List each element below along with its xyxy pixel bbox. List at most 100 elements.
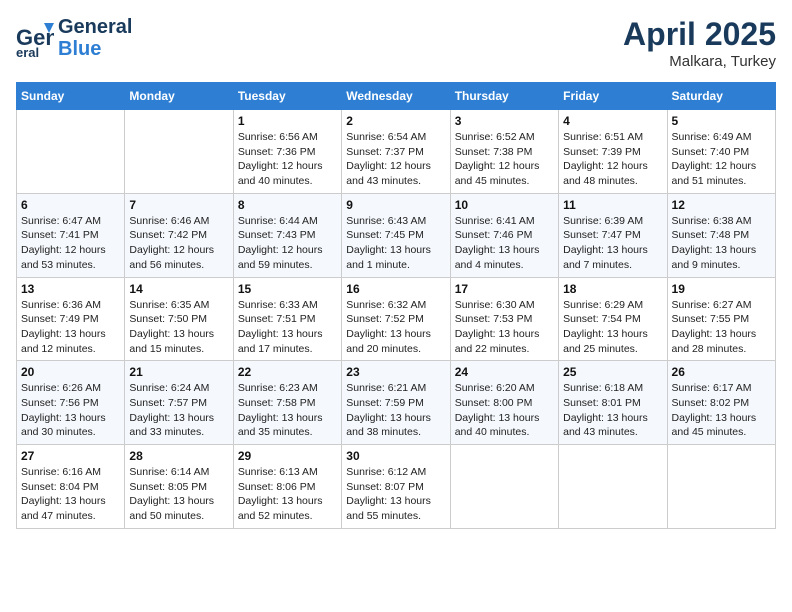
calendar-week-row: 20Sunrise: 6:26 AMSunset: 7:56 PMDayligh… — [17, 361, 776, 445]
day-info: Sunrise: 6:13 AMSunset: 8:06 PMDaylight:… — [238, 465, 337, 524]
day-info: Sunrise: 6:20 AMSunset: 8:00 PMDaylight:… — [455, 381, 554, 440]
calendar-cell: 5 Sunrise: 6:49 AMSunset: 7:40 PMDaylight… — [667, 110, 775, 194]
calendar-cell: 12 Sunrise: 6:38 AMSunset: 7:48 PMDayligh… — [667, 193, 775, 277]
day-info: Sunrise: 6:32 AMSunset: 7:52 PMDaylight:… — [346, 298, 445, 357]
weekday-header: Sunday — [17, 83, 125, 110]
day-number: 2 — [346, 114, 445, 128]
day-info: Sunrise: 6:51 AMSunset: 7:39 PMDaylight:… — [563, 130, 662, 189]
day-info: Sunrise: 6:36 AMSunset: 7:49 PMDaylight:… — [21, 298, 120, 357]
calendar-cell: 1 Sunrise: 6:56 AMSunset: 7:36 PMDaylight… — [233, 110, 341, 194]
day-number: 14 — [129, 282, 228, 296]
day-info: Sunrise: 6:54 AMSunset: 7:37 PMDaylight:… — [346, 130, 445, 189]
calendar-cell: 28 Sunrise: 6:14 AMSunset: 8:05 PMDayligh… — [125, 445, 233, 529]
logo-line2: Blue — [58, 38, 132, 60]
day-info: Sunrise: 6:46 AMSunset: 7:42 PMDaylight:… — [129, 214, 228, 273]
calendar-cell: 22 Sunrise: 6:23 AMSunset: 7:58 PMDayligh… — [233, 361, 341, 445]
day-number: 27 — [21, 449, 120, 463]
day-number: 30 — [346, 449, 445, 463]
day-number: 5 — [672, 114, 771, 128]
day-number: 22 — [238, 365, 337, 379]
weekday-header: Monday — [125, 83, 233, 110]
calendar-cell: 2 Sunrise: 6:54 AMSunset: 7:37 PMDaylight… — [342, 110, 450, 194]
calendar-cell: 8Sunrise: 6:44 AMSunset: 7:43 PMDaylight… — [233, 193, 341, 277]
day-number: 19 — [672, 282, 771, 296]
day-number: 26 — [672, 365, 771, 379]
calendar-cell: 27 Sunrise: 6:16 AMSunset: 8:04 PMDayligh… — [17, 445, 125, 529]
day-info: Sunrise: 6:14 AMSunset: 8:05 PMDaylight:… — [129, 465, 228, 524]
day-info: Sunrise: 6:23 AMSunset: 7:58 PMDaylight:… — [238, 381, 337, 440]
day-number: 3 — [455, 114, 554, 128]
weekday-header: Friday — [559, 83, 667, 110]
day-number: 25 — [563, 365, 662, 379]
day-number: 10 — [455, 198, 554, 212]
calendar-cell: 18Sunrise: 6:29 AMSunset: 7:54 PMDayligh… — [559, 277, 667, 361]
day-number: 1 — [238, 114, 337, 128]
day-info: Sunrise: 6:38 AMSunset: 7:48 PMDaylight:… — [672, 214, 771, 273]
day-info: Sunrise: 6:33 AMSunset: 7:51 PMDaylight:… — [238, 298, 337, 357]
calendar-cell: 21 Sunrise: 6:24 AMSunset: 7:57 PMDayligh… — [125, 361, 233, 445]
logo-line1: General — [58, 16, 132, 38]
calendar-cell: 9Sunrise: 6:43 AMSunset: 7:45 PMDaylight… — [342, 193, 450, 277]
day-info: Sunrise: 6:41 AMSunset: 7:46 PMDaylight:… — [455, 214, 554, 273]
day-info: Sunrise: 6:39 AMSunset: 7:47 PMDaylight:… — [563, 214, 662, 273]
calendar-cell: 11Sunrise: 6:39 AMSunset: 7:47 PMDayligh… — [559, 193, 667, 277]
logo-icon: Gen eral — [16, 19, 54, 57]
calendar-cell — [559, 445, 667, 529]
day-number: 17 — [455, 282, 554, 296]
day-number: 8 — [238, 198, 337, 212]
calendar-cell: 13Sunrise: 6:36 AMSunset: 7:49 PMDayligh… — [17, 277, 125, 361]
calendar-cell: 7 Sunrise: 6:46 AMSunset: 7:42 PMDaylight… — [125, 193, 233, 277]
calendar-cell: 15 Sunrise: 6:33 AMSunset: 7:51 PMDayligh… — [233, 277, 341, 361]
day-info: Sunrise: 6:43 AMSunset: 7:45 PMDaylight:… — [346, 214, 445, 273]
day-number: 7 — [129, 198, 228, 212]
day-info: Sunrise: 6:52 AMSunset: 7:38 PMDaylight:… — [455, 130, 554, 189]
day-number: 20 — [21, 365, 120, 379]
calendar-cell — [125, 110, 233, 194]
weekday-header: Wednesday — [342, 83, 450, 110]
calendar-cell: 26 Sunrise: 6:17 AMSunset: 8:02 PMDayligh… — [667, 361, 775, 445]
day-number: 23 — [346, 365, 445, 379]
day-number: 29 — [238, 449, 337, 463]
day-number: 6 — [21, 198, 120, 212]
weekday-header: Thursday — [450, 83, 558, 110]
calendar-week-row: 13Sunrise: 6:36 AMSunset: 7:49 PMDayligh… — [17, 277, 776, 361]
calendar-cell: 25 Sunrise: 6:18 AMSunset: 8:01 PMDayligh… — [559, 361, 667, 445]
day-info: Sunrise: 6:21 AMSunset: 7:59 PMDaylight:… — [346, 381, 445, 440]
day-info: Sunrise: 6:29 AMSunset: 7:54 PMDaylight:… — [563, 298, 662, 357]
svg-text:eral: eral — [16, 45, 39, 57]
page-header: Gen eral General Blue April 2025 Malkara… — [16, 16, 776, 70]
calendar-cell: 29 Sunrise: 6:13 AMSunset: 8:06 PMDayligh… — [233, 445, 341, 529]
day-number: 12 — [672, 198, 771, 212]
day-number: 15 — [238, 282, 337, 296]
day-info: Sunrise: 6:16 AMSunset: 8:04 PMDaylight:… — [21, 465, 120, 524]
calendar-cell: 14 Sunrise: 6:35 AMSunset: 7:50 PMDayligh… — [125, 277, 233, 361]
day-info: Sunrise: 6:27 AMSunset: 7:55 PMDaylight:… — [672, 298, 771, 357]
day-info: Sunrise: 6:30 AMSunset: 7:53 PMDaylight:… — [455, 298, 554, 357]
weekday-header: Tuesday — [233, 83, 341, 110]
day-info: Sunrise: 6:12 AMSunset: 8:07 PMDaylight:… — [346, 465, 445, 524]
day-info: Sunrise: 6:47 AMSunset: 7:41 PMDaylight:… — [21, 214, 120, 273]
calendar-cell: 3 Sunrise: 6:52 AMSunset: 7:38 PMDaylight… — [450, 110, 558, 194]
day-info: Sunrise: 6:49 AMSunset: 7:40 PMDaylight:… — [672, 130, 771, 189]
calendar-cell: 10 Sunrise: 6:41 AMSunset: 7:46 PMDayligh… — [450, 193, 558, 277]
calendar-cell — [667, 445, 775, 529]
calendar-cell: 20Sunrise: 6:26 AMSunset: 7:56 PMDayligh… — [17, 361, 125, 445]
day-number: 21 — [129, 365, 228, 379]
calendar-table: SundayMondayTuesdayWednesdayThursdayFrid… — [16, 82, 776, 529]
calendar-cell: 6 Sunrise: 6:47 AMSunset: 7:41 PMDaylight… — [17, 193, 125, 277]
calendar-cell — [450, 445, 558, 529]
day-info: Sunrise: 6:56 AMSunset: 7:36 PMDaylight:… — [238, 130, 337, 189]
calendar-week-row: 1 Sunrise: 6:56 AMSunset: 7:36 PMDaylight… — [17, 110, 776, 194]
calendar-cell — [17, 110, 125, 194]
day-number: 28 — [129, 449, 228, 463]
calendar-cell: 23 Sunrise: 6:21 AMSunset: 7:59 PMDayligh… — [342, 361, 450, 445]
title-block: April 2025 Malkara, Turkey — [623, 16, 776, 70]
day-info: Sunrise: 6:18 AMSunset: 8:01 PMDaylight:… — [563, 381, 662, 440]
day-info: Sunrise: 6:35 AMSunset: 7:50 PMDaylight:… — [129, 298, 228, 357]
weekday-header: Saturday — [667, 83, 775, 110]
calendar-week-row: 6 Sunrise: 6:47 AMSunset: 7:41 PMDaylight… — [17, 193, 776, 277]
day-number: 16 — [346, 282, 445, 296]
day-info: Sunrise: 6:17 AMSunset: 8:02 PMDaylight:… — [672, 381, 771, 440]
day-info: Sunrise: 6:24 AMSunset: 7:57 PMDaylight:… — [129, 381, 228, 440]
day-number: 24 — [455, 365, 554, 379]
